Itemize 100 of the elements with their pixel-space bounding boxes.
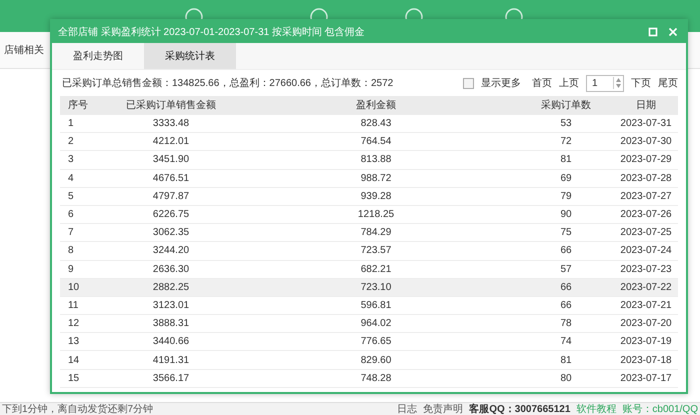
table-cell-text: 2882.25 bbox=[152, 282, 190, 293]
checkbox[interactable] bbox=[463, 78, 474, 88]
status-text: 下到1分钟，离自动发货还剩7分钟 bbox=[2, 402, 154, 415]
contact-text: 客服QQ：3007665121 bbox=[469, 402, 570, 415]
page-spinner[interactable]: 1 bbox=[586, 74, 624, 92]
account-text: 账号：cb001/QQ bbox=[622, 402, 698, 415]
column-header: 日期 bbox=[635, 98, 657, 112]
table-cell-text: 8 bbox=[67, 245, 75, 256]
table-cell-text: 682.21 bbox=[360, 264, 392, 275]
table-row[interactable]: 5 4797.87 939.28 79 2023-07-27 bbox=[60, 188, 678, 206]
table-cell-text: 748.28 bbox=[360, 372, 392, 384]
table-cell-text: 828.43 bbox=[360, 118, 392, 130]
table-cell-text: 723.10 bbox=[360, 282, 392, 293]
table-cell-text: 4 bbox=[67, 172, 75, 184]
summary-text: 已采购订单总销售金额：134825.66，总盈利：27660.66，总订单数：2572 bbox=[62, 76, 394, 90]
table-cell-text: 4191.31 bbox=[152, 354, 190, 366]
table-cell-text: 2023-07-29 bbox=[619, 154, 673, 166]
table-row[interactable]: 7 3062.35 784.29 75 2023-07-25 bbox=[60, 224, 678, 242]
table-row[interactable]: 14 4191.31 829.60 81 2023-07-18 bbox=[60, 351, 678, 370]
table-cell-text: 3 bbox=[67, 154, 75, 166]
table-row[interactable]: 13 3440.66 776.65 74 2023-07-19 bbox=[60, 333, 678, 352]
table-cell-text: 7 bbox=[67, 227, 75, 238]
table-cell-text: 66 bbox=[559, 245, 573, 256]
table-cell-text: 2 bbox=[67, 136, 75, 148]
table-cell-text: 72 bbox=[559, 136, 573, 148]
table-cell-text: 53 bbox=[559, 118, 573, 130]
table-cell-text: 3244.20 bbox=[152, 245, 190, 256]
table-row[interactable]: 12 3888.31 964.02 78 2023-07-20 bbox=[60, 315, 678, 334]
first-page-link[interactable]: 首页 bbox=[532, 76, 552, 90]
table-row[interactable]: 8 3244.20 723.57 66 2023-07-24 bbox=[60, 242, 678, 260]
table-cell-text: 66 bbox=[559, 300, 573, 311]
next-page-link[interactable]: 下页 bbox=[631, 76, 651, 90]
table-cell-text: 3333.48 bbox=[152, 118, 190, 130]
table-cell-text: 6 bbox=[67, 209, 75, 220]
table-cell-text: 2023-07-31 bbox=[619, 118, 673, 130]
table-cell-text: 3566.17 bbox=[152, 372, 190, 384]
table-cell-text: 14 bbox=[67, 354, 80, 366]
table-cell-text: 2023-07-18 bbox=[619, 354, 673, 366]
table-cell-text: 3440.66 bbox=[152, 336, 190, 348]
table-cell-text: 80 bbox=[559, 372, 573, 384]
table-cell-text: 90 bbox=[559, 209, 573, 220]
table-cell-text: 6226.75 bbox=[152, 209, 190, 220]
table-row[interactable]: 4 4676.51 988.72 69 2023-07-28 bbox=[60, 170, 678, 188]
table-cell-text: 81 bbox=[559, 354, 573, 366]
table-cell-text: 3451.90 bbox=[152, 154, 190, 166]
table-cell-text: 2023-07-19 bbox=[619, 336, 673, 348]
table-cell-text: 764.54 bbox=[360, 136, 392, 148]
table-cell-text: 13 bbox=[67, 336, 80, 348]
status-link[interactable]: 日志 bbox=[397, 402, 418, 415]
table-cell-text: 57 bbox=[559, 264, 573, 275]
table-cell-text: 784.29 bbox=[360, 227, 392, 238]
table-cell-text: 3062.35 bbox=[152, 227, 190, 238]
table-row[interactable]: 6 6226.75 1218.25 90 2023-07-26 bbox=[60, 206, 678, 224]
table-cell-text: 2023-07-24 bbox=[619, 245, 673, 256]
table-cell-text: 10 bbox=[67, 282, 80, 293]
table-cell-text: 74 bbox=[559, 336, 573, 348]
table-cell-text: 15 bbox=[67, 372, 80, 384]
table-cell-text: 964.02 bbox=[360, 318, 392, 330]
table-cell-text: 1218.25 bbox=[356, 209, 396, 220]
table-cell-text: 2023-07-22 bbox=[619, 282, 673, 293]
column-header: 采购订单数 bbox=[540, 98, 592, 112]
table-row[interactable]: 10 2882.25 723.10 66 2023-07-22 bbox=[60, 278, 678, 297]
table-cell-text: 3888.31 bbox=[152, 318, 190, 330]
table-cell-text: 2023-07-23 bbox=[619, 264, 673, 275]
table-cell-text: 4797.87 bbox=[152, 190, 190, 202]
checkbox-label[interactable]: 显示更多 bbox=[481, 76, 521, 90]
table-cell-text: 2023-07-28 bbox=[619, 172, 673, 184]
tab[interactable]: 盈利走势图 bbox=[52, 43, 144, 69]
sidebar-item[interactable]: 店铺相关 bbox=[4, 43, 44, 57]
tab[interactable]: 采购统计表 bbox=[144, 43, 236, 69]
table-cell-text: 939.28 bbox=[360, 190, 392, 202]
table-cell-text: 9 bbox=[67, 264, 75, 275]
table-cell-text: 1 bbox=[67, 118, 75, 130]
table-cell-text: 78 bbox=[559, 318, 573, 330]
table-cell-text: 2023-07-20 bbox=[619, 318, 673, 330]
status-link[interactable]: 免责声明 bbox=[423, 402, 464, 415]
dialog-title: 全部店铺 采购盈利统计 2023-07-01-2023-07-31 按采购时间 包含佣金 bbox=[58, 26, 366, 39]
table-cell-text: 79 bbox=[559, 190, 573, 202]
table-cell-text: 4676.51 bbox=[152, 172, 190, 184]
table-row[interactable]: 1 3333.48 828.43 53 2023-07-31 bbox=[60, 115, 678, 134]
table-cell-text: 2023-07-17 bbox=[619, 372, 673, 384]
table-row[interactable]: 15 3566.17 748.28 80 2023-07-17 bbox=[60, 370, 678, 388]
table-row[interactable]: 3 3451.90 813.88 81 2023-07-29 bbox=[60, 151, 678, 170]
maximize-icon[interactable] bbox=[648, 27, 658, 37]
table-row[interactable]: 2 4212.01 764.54 72 2023-07-30 bbox=[60, 133, 678, 152]
table-cell-text: 2636.30 bbox=[152, 264, 190, 275]
table-cell-text: 3123.01 bbox=[152, 300, 190, 311]
table-cell-text: 2023-07-25 bbox=[619, 227, 673, 238]
table-cell-text: 813.88 bbox=[360, 154, 392, 166]
column-header: 盈利金额 bbox=[355, 98, 397, 112]
table-cell-text: 66 bbox=[559, 282, 573, 293]
table-cell-text: 829.60 bbox=[360, 354, 392, 366]
table-row[interactable]: 11 3123.01 596.81 66 2023-07-21 bbox=[60, 296, 678, 316]
table-cell-text: 723.57 bbox=[360, 245, 392, 256]
table-cell-text: 2023-07-21 bbox=[619, 300, 673, 311]
last-page-link[interactable]: 尾页 bbox=[658, 76, 678, 90]
previous-page-link[interactable]: 上页 bbox=[559, 76, 579, 90]
column-header: 序号 bbox=[67, 98, 89, 112]
close-icon[interactable] bbox=[668, 27, 678, 37]
table-cell-text: 2023-07-30 bbox=[619, 136, 673, 148]
